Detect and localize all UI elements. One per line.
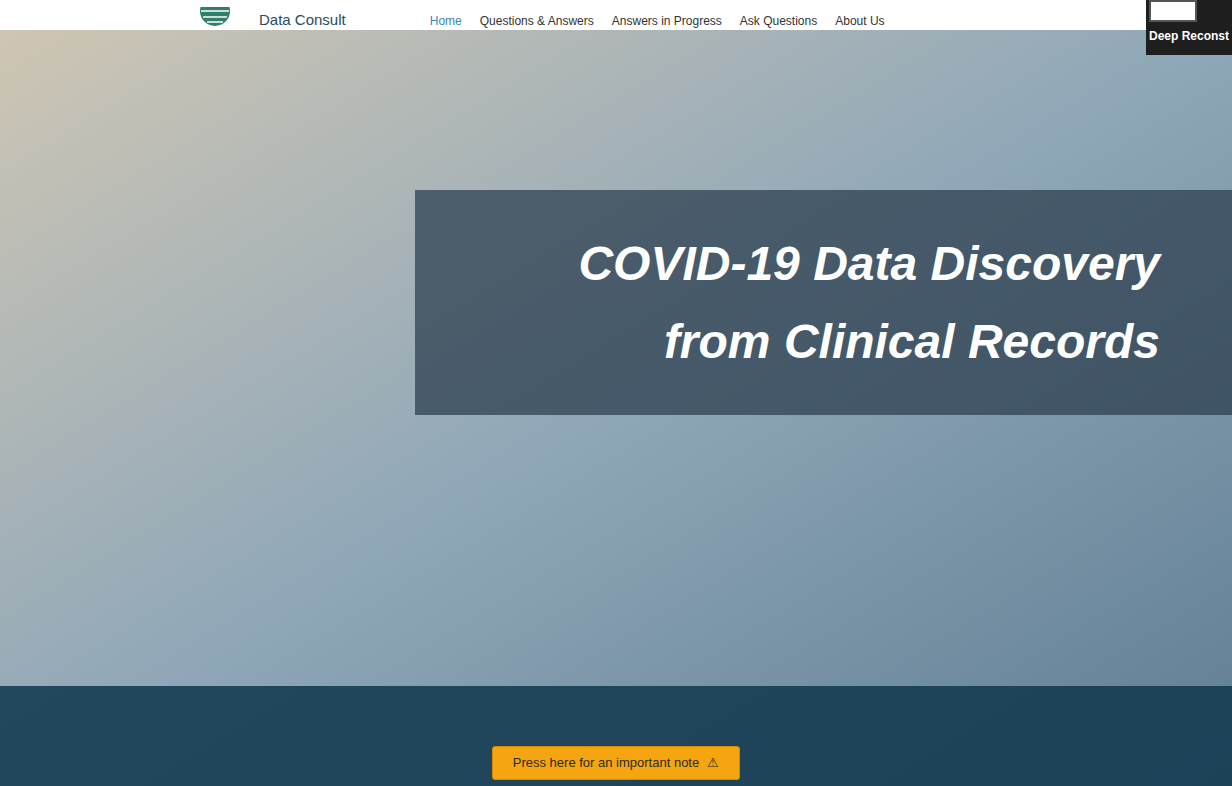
- nav-item[interactable]: Answers in Progress: [612, 15, 722, 27]
- notice-button[interactable]: Press here for an important note ⚠: [492, 746, 740, 780]
- nav-item[interactable]: Home: [430, 15, 462, 27]
- warning-icon: ⚠: [707, 753, 719, 773]
- notice-band: Press here for an important note ⚠: [0, 686, 1232, 786]
- notice-label: Press here for an important note: [513, 753, 699, 773]
- main-nav: Home Questions & Answers Answers in Progre…: [430, 15, 885, 27]
- logo[interactable]: Data Consult: [195, 7, 346, 27]
- hero-title-line: from Clinical Records: [664, 303, 1160, 381]
- page: Data Consult Home Questions & Answers Answe…: [0, 0, 1232, 786]
- nav-item[interactable]: Ask Questions: [740, 15, 817, 27]
- hero-title-box: COVID-19 Data Discoveryfrom Clinical Rec…: [415, 190, 1232, 415]
- overlay-label: Deep Reconst: [1149, 30, 1229, 42]
- logo-text: Data Consult: [259, 12, 346, 27]
- nav-item[interactable]: About Us: [835, 15, 884, 27]
- video-overlay[interactable]: Deep Reconst: [1146, 0, 1232, 55]
- thumbnail-box: [1149, 0, 1197, 22]
- nav-item[interactable]: Questions & Answers: [480, 15, 594, 27]
- hero-title-line: COVID-19 Data Discovery: [578, 225, 1160, 303]
- hero: COVID-19 Data Discoveryfrom Clinical Rec…: [0, 30, 1232, 786]
- logo-icon: [195, 7, 235, 27]
- top-bar: Data Consult Home Questions & Answers Answe…: [0, 0, 1232, 30]
